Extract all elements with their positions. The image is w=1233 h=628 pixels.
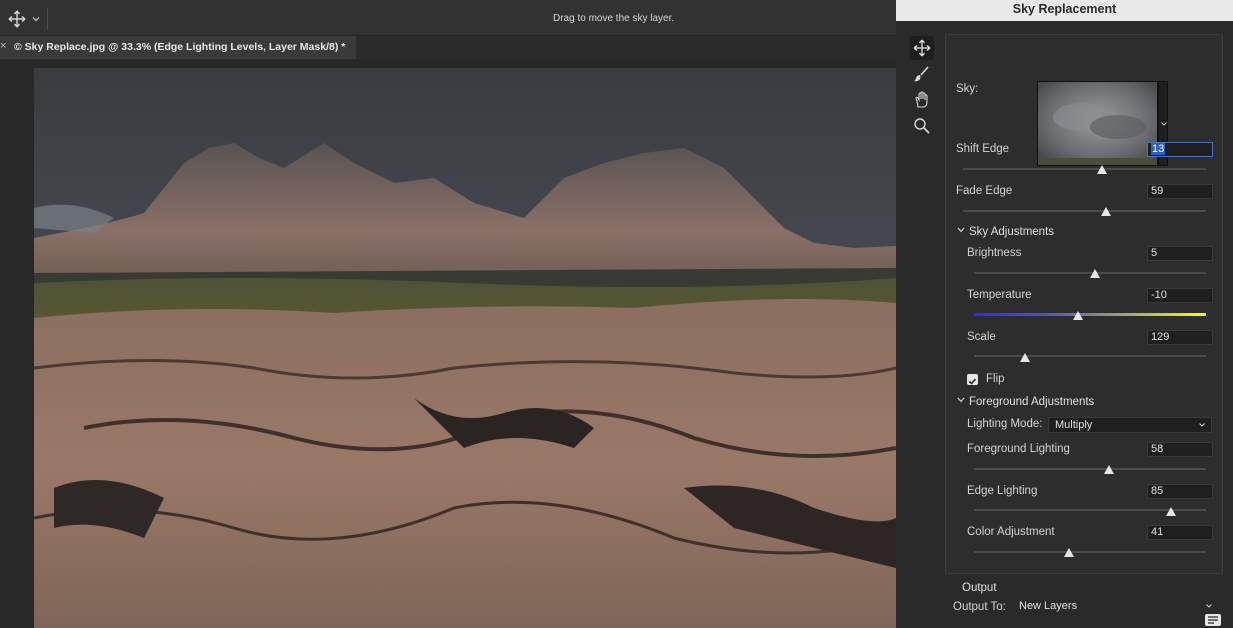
sky-adjustments-header[interactable]: Sky Adjustments [956, 225, 1054, 238]
shift-edge-label: Shift Edge [956, 143, 1010, 155]
sky-brush-icon [914, 66, 929, 82]
checkmark-icon [968, 378, 977, 385]
foreground-lighting-label: Foreground Lighting [967, 443, 1070, 455]
output-section-title: Output [962, 582, 997, 594]
options-hint: Drag to move the sky layer. [553, 13, 675, 24]
chevron-down-icon[interactable] [31, 14, 41, 24]
chevron-down-icon [957, 227, 965, 233]
fade-edge-slider-track[interactable] [963, 210, 1206, 212]
temperature-label: Temperature [967, 289, 1032, 301]
color-adjustment-field[interactable]: 41 [1147, 525, 1213, 540]
flip-label: Flip [986, 373, 1005, 385]
sky-adjustments-title: Sky Adjustments [969, 226, 1055, 238]
color-adjustment-slider-thumb[interactable] [1064, 548, 1075, 557]
edge-lighting-label: Edge Lighting [967, 485, 1038, 497]
document-tab-title: © Sky Replace.jpg @ 33.3% (Edge Lighting… [14, 41, 346, 53]
foreground-adjustments-title: Foreground Adjustments [969, 396, 1095, 408]
scale-label: Scale [967, 331, 996, 343]
landscape-photo[interactable] [34, 68, 896, 628]
edge-lighting-field[interactable]: 85 [1147, 484, 1213, 499]
shift-edge-slider-thumb[interactable] [1096, 165, 1107, 174]
foreground-adjustments-header[interactable]: Foreground Adjustments [956, 395, 1094, 408]
brightness-label: Brightness [967, 247, 1022, 259]
scale-slider-thumb[interactable] [1020, 353, 1031, 362]
document-tab-bar: × © Sky Replace.jpg @ 33.3% (Edge Lighti… [0, 36, 896, 59]
fade-edge-label: Fade Edge [956, 185, 1013, 197]
lighting-mode-value: Multiply [1055, 419, 1093, 431]
foreground-lighting-slider-track[interactable] [974, 468, 1206, 470]
sky-preset-thumbnail[interactable] [1037, 81, 1158, 166]
brightness-field[interactable]: 5 [1147, 246, 1213, 261]
color-adjustment-label: Color Adjustment [967, 526, 1055, 538]
lighting-mode-select[interactable]: Multiply [1048, 417, 1212, 433]
dialog-tool-column [906, 34, 940, 174]
output-to-value: New Layers [1019, 600, 1078, 612]
foreground-lighting-field[interactable]: 58 [1147, 442, 1213, 457]
fade-edge-slider-thumb[interactable] [1101, 207, 1112, 216]
temperature-slider-thumb[interactable] [1073, 311, 1084, 320]
scale-field[interactable]: 129 [1147, 330, 1213, 345]
flip-checkbox[interactable] [967, 374, 978, 385]
color-adjustment-slider-track[interactable] [974, 551, 1206, 553]
sky-brush-tool-button[interactable] [910, 62, 934, 86]
foreground-lighting-slider-thumb[interactable] [1103, 465, 1114, 474]
fade-edge-field[interactable]: 59 [1147, 184, 1213, 199]
panel-options-icon[interactable] [1204, 613, 1222, 627]
toolbar-divider [47, 8, 48, 30]
dialog-title-bar: Sky Replacement [896, 0, 1233, 21]
dialog-title: Sky Replacement [1012, 2, 1117, 16]
output-to-label: Output To: [953, 601, 1006, 613]
shift-edge-field[interactable]: 13 [1147, 142, 1213, 157]
options-bar: Drag to move the sky layer. [0, 0, 896, 36]
move-sky-icon [913, 39, 931, 57]
zoom-tool-button[interactable] [910, 114, 934, 138]
shift-edge-slider-track[interactable] [963, 168, 1206, 170]
hand-tool-button[interactable] [910, 88, 934, 112]
scale-slider-track[interactable] [974, 355, 1206, 357]
output-to-select[interactable]: New Layers [1013, 599, 1218, 615]
sky-label: Sky: [956, 83, 979, 95]
dialog-settings-box: Sky: Shift Edge 13 Fade Edge 59 Sky Adju… [945, 34, 1223, 574]
shift-edge-value: 13 [1151, 143, 1166, 155]
move-sky-tool-button[interactable] [910, 36, 934, 60]
document-canvas[interactable] [0, 59, 896, 628]
temperature-field[interactable]: -10 [1147, 288, 1213, 303]
chevron-down-icon [1161, 122, 1167, 126]
close-tab-icon[interactable]: × [0, 40, 6, 52]
chevron-down-icon [1199, 423, 1205, 427]
hand-icon [915, 91, 928, 108]
lighting-mode-label: Lighting Mode: [967, 418, 1043, 430]
edge-lighting-slider-thumb[interactable] [1166, 507, 1177, 516]
brightness-slider-thumb[interactable] [1089, 269, 1100, 278]
zoom-icon [914, 118, 930, 134]
photoshop-window: Drag to move the sky layer. × © Sky Repl… [0, 0, 1233, 628]
chevron-down-icon [1206, 604, 1212, 608]
sky-replacement-dialog: Sky Replacement Sky: Shift Edge 13 Fade … [896, 0, 1233, 628]
temperature-slider-track[interactable] [974, 313, 1206, 316]
move-tool-icon[interactable] [8, 10, 26, 28]
document-tab[interactable]: × © Sky Replace.jpg @ 33.3% (Edge Lighti… [0, 36, 356, 59]
chevron-down-icon [957, 397, 965, 403]
